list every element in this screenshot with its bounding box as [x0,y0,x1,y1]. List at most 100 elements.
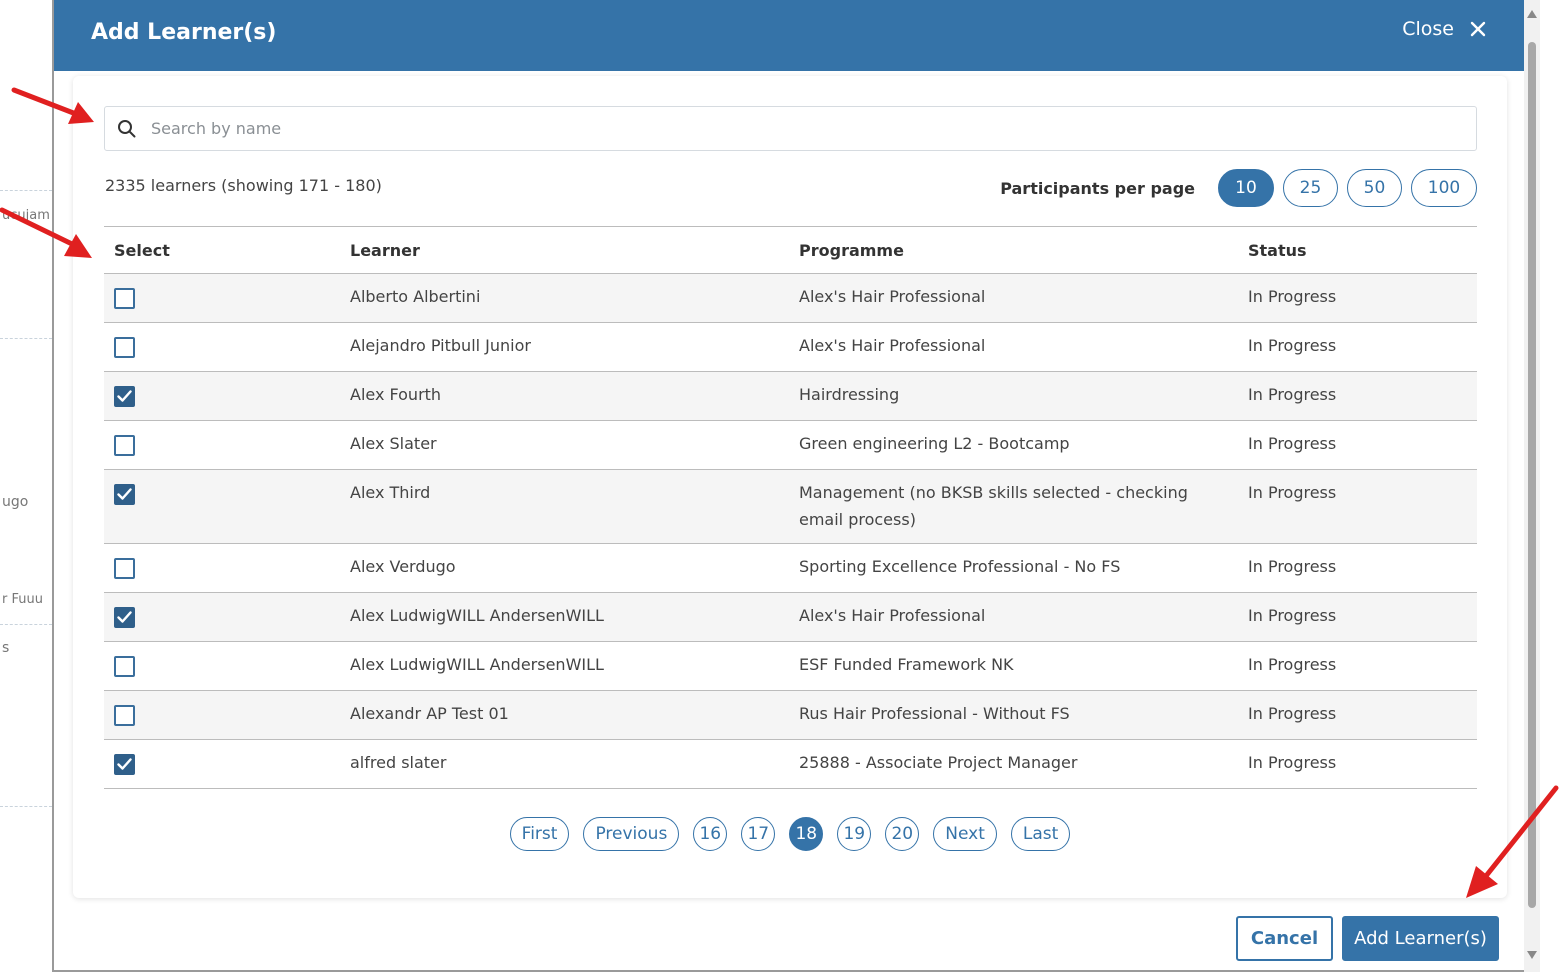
table-header-row: Select Learner Programme Status [104,226,1477,274]
row-select-checkbox[interactable] [114,656,135,677]
status-cell: In Progress [1248,469,1477,544]
row-select-checkbox[interactable] [114,558,135,579]
status-cell: In Progress [1248,420,1477,470]
per-page-50-button[interactable]: 50 [1347,169,1402,207]
per-page-100-button[interactable]: 100 [1411,169,1477,207]
page-17-button[interactable]: 17 [741,817,776,851]
select-cell [104,371,350,421]
divider [0,190,52,191]
background-text: s [2,640,10,656]
per-page-10-button[interactable]: 10 [1218,169,1274,207]
next-page-button[interactable]: Next [933,817,997,851]
status-cell: In Progress [1248,641,1477,691]
add-learners-button[interactable]: Add Learner(s) [1342,916,1499,961]
column-header-status: Status [1248,226,1477,274]
row-select-checkbox[interactable] [114,386,135,407]
close-label: Close [1402,18,1454,40]
programme-cell: Sporting Excellence Professional - No FS [799,543,1248,593]
check-icon [117,488,132,500]
learner-cell: Alex Slater [350,420,799,470]
programme-cell: ESF Funded Framework NK [799,641,1248,691]
status-cell: In Progress [1248,322,1477,372]
column-header-programme: Programme [799,226,1248,274]
column-header-learner: Learner [350,226,799,274]
learner-cell: Alex Fourth [350,371,799,421]
table-row: alfred slater 25888 - Associate Project M… [104,739,1477,789]
divider [0,624,52,625]
background-text: r Fuuu [2,592,43,607]
per-page-25-button[interactable]: 25 [1283,169,1338,207]
row-select-checkbox[interactable] [114,484,135,505]
programme-cell: Rus Hair Professional - Without FS [799,690,1248,740]
first-page-button[interactable]: First [509,817,570,851]
page-18-button[interactable]: 18 [789,817,824,851]
select-cell [104,739,350,789]
status-cell: In Progress [1248,543,1477,593]
row-select-checkbox[interactable] [114,705,135,726]
learner-cell: Alex LudwigWILL AndersenWILL [350,592,799,642]
table-row: Alberto Albertini Alex's Hair Professiona… [104,273,1477,323]
page: ucujam ugo r Fuuu s Add Learner(s) Close [0,0,1560,972]
table-row: Alex Fourth Hairdressing In Progress [104,371,1477,421]
search-box [104,106,1477,151]
search-icon [117,119,137,143]
row-select-checkbox[interactable] [114,754,135,775]
select-cell [104,592,350,642]
column-header-select: Select [104,226,350,274]
learner-cell: Alex Verdugo [350,543,799,593]
learners-table: Select Learner Programme Status Alberto … [104,226,1477,789]
previous-page-button[interactable]: Previous [583,817,680,851]
per-page-selector: Participants per page 10 25 50 100 [1000,169,1477,207]
select-cell [104,469,350,544]
table-row: Alex Third Management (no BKSB skills sel… [104,469,1477,544]
scrollbar[interactable] [1524,0,1540,972]
status-cell: In Progress [1248,371,1477,421]
background-text: ucujam [2,208,50,223]
status-cell: In Progress [1248,273,1477,323]
modal-title: Add Learner(s) [91,20,277,45]
pagination: First Previous 16 17 18 19 20 Next Last [73,817,1507,851]
programme-cell: 25888 - Associate Project Manager [799,739,1248,789]
modal-body-card: 2335 learners (showing 171 - 180) Partic… [73,76,1507,898]
row-select-checkbox[interactable] [114,337,135,358]
table-row: Alejandro Pitbull Junior Alex's Hair Prof… [104,322,1477,372]
row-select-checkbox[interactable] [114,435,135,456]
page-16-button[interactable]: 16 [693,817,728,851]
select-cell [104,273,350,323]
page-20-button[interactable]: 20 [885,817,920,851]
select-cell [104,543,350,593]
learner-cell: Alex Third [350,469,799,544]
row-select-checkbox[interactable] [114,607,135,628]
select-cell [104,641,350,691]
scroll-up-arrow-icon[interactable] [1527,10,1537,18]
learner-cell: Alberto Albertini [350,273,799,323]
select-cell [104,322,350,372]
row-select-checkbox[interactable] [114,288,135,309]
learner-count: 2335 learners (showing 171 - 180) [105,176,382,195]
programme-cell: Alex's Hair Professional [799,273,1248,323]
table-row: Alexandr AP Test 01 Rus Hair Professional… [104,690,1477,740]
table-row: Alex Slater Green engineering L2 - Bootca… [104,420,1477,470]
table-row: Alex Verdugo Sporting Excellence Professi… [104,543,1477,593]
modal-header: Add Learner(s) Close [54,0,1524,71]
select-cell [104,420,350,470]
search-input[interactable] [151,107,1451,150]
close-icon [1470,21,1486,37]
programme-cell: Management (no BKSB skills selected - ch… [799,469,1248,544]
table-row: Alex LudwigWILL AndersenWILL ESF Funded F… [104,641,1477,691]
cancel-button[interactable]: Cancel [1236,916,1333,961]
close-button[interactable]: Close [1402,18,1486,40]
page-19-button[interactable]: 19 [837,817,872,851]
scroll-down-arrow-icon[interactable] [1527,951,1537,959]
check-icon [117,390,132,402]
divider [0,338,52,339]
scrollbar-thumb[interactable] [1528,42,1536,908]
per-page-label: Participants per page [1000,178,1195,198]
check-icon [117,611,132,623]
background-text: ugo [2,494,29,510]
background-page: ucujam ugo r Fuuu s [0,0,54,972]
programme-cell: Green engineering L2 - Bootcamp [799,420,1248,470]
programme-cell: Alex's Hair Professional [799,322,1248,372]
last-page-button[interactable]: Last [1010,817,1071,851]
status-cell: In Progress [1248,690,1477,740]
